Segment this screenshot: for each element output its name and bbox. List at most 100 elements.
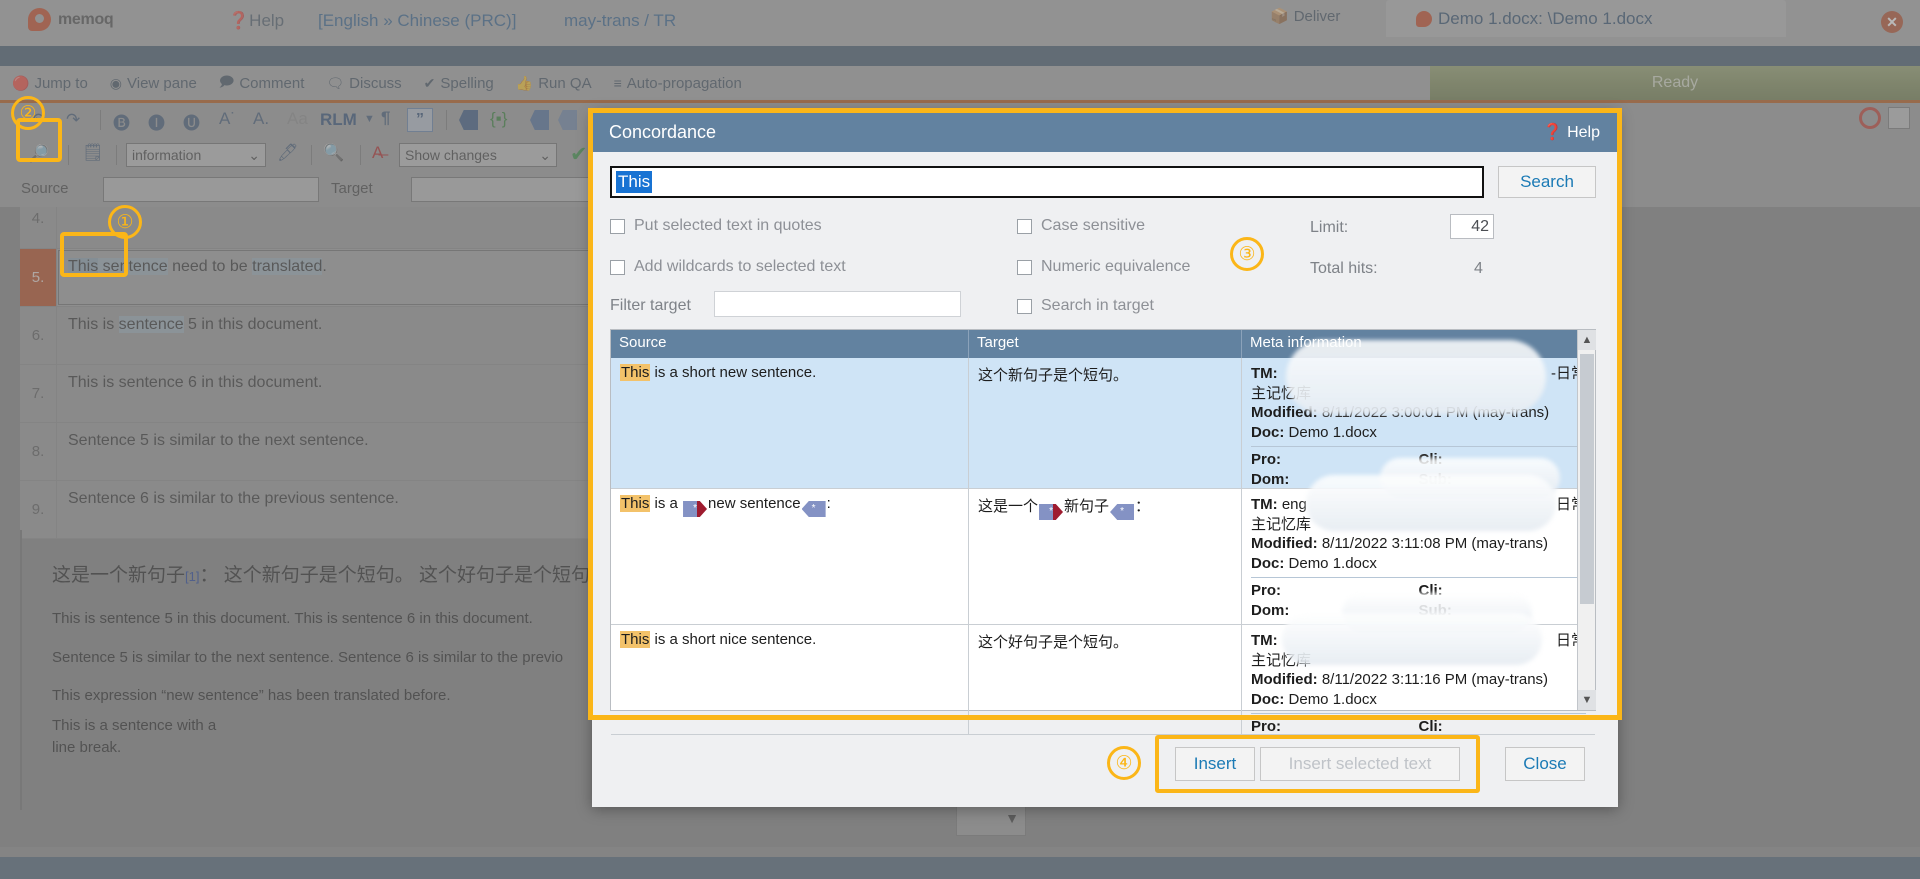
scroll-down-icon[interactable]: ▼: [1578, 690, 1596, 710]
italic-icon[interactable]: 🅘: [148, 109, 165, 134]
meta-modified-label: Modified:: [1251, 404, 1318, 421]
checkbox-add-wildcards[interactable]: Add wildcards to selected text: [610, 258, 846, 276]
meta-tm-line: TM: -日常: [1251, 364, 1586, 384]
meta-doc-line: Doc: Demo 1.docx: [1251, 554, 1586, 574]
panel-toggle-icon[interactable]: [1888, 107, 1910, 129]
tag-insert-icon[interactable]: [459, 110, 478, 130]
checkbox-icon[interactable]: [1017, 259, 1032, 275]
rlm-button[interactable]: RLM: [320, 110, 357, 130]
column-header-meta[interactable]: Meta information: [1242, 330, 1595, 358]
show-changes-dropdown[interactable]: Show changes ⌄: [399, 143, 557, 167]
refresh-icon[interactable]: [1859, 107, 1881, 129]
result-meta: TM: eng 日常 主记忆库 Modified: 8/11/2022 3:11:…: [1242, 475, 1595, 633]
subscript-icon[interactable]: A.: [253, 109, 269, 129]
change-case-icon[interactable]: Aa: [287, 109, 308, 129]
checkbox-case-sensitive[interactable]: Case sensitive: [1017, 217, 1145, 235]
preview-footnote-ref: [1]: [185, 569, 200, 584]
limit-label: Limit:: [1310, 219, 1349, 236]
annotation-marker-1: ①: [108, 205, 142, 239]
search-input-value: This: [616, 171, 653, 193]
ribbon-item-run-qa[interactable]: 👍 Run QA: [516, 75, 592, 92]
checkbox-search-in-target[interactable]: Search in target: [1017, 297, 1154, 315]
row-number: 7.: [20, 365, 57, 422]
column-header-target[interactable]: Target: [969, 330, 1242, 358]
meta-divider: [1251, 577, 1586, 578]
chevron-down-icon: ⌄: [248, 146, 260, 163]
close-button[interactable]: Close: [1505, 747, 1585, 781]
ribbon-item-deliver[interactable]: 📦 Deliver: [1270, 7, 1340, 26]
meta-doc-label: Doc:: [1251, 554, 1285, 572]
source-term-2: translated: [252, 258, 323, 275]
status-ready-banner: Ready: [1430, 66, 1920, 100]
scrollbar-thumb[interactable]: [1580, 354, 1594, 604]
search-button[interactable]: Search: [1498, 166, 1596, 198]
meta-tm-line: TM: 日常: [1251, 631, 1586, 651]
meta-modified-value: 8/11/2022 3:11:16 PM (may-trans): [1321, 671, 1549, 688]
document-tab[interactable]: Demo 1.docx: \Demo 1.docx: [1386, 0, 1786, 37]
quotes-toggle-button[interactable]: ”: [407, 108, 433, 132]
meta-modified-line: Modified: 8/11/2022 3:11:16 PM (may-tran…: [1251, 670, 1586, 690]
information-dropdown[interactable]: information ⌄: [126, 143, 266, 167]
meta-doc-value: Demo 1.docx: [1288, 554, 1377, 572]
highlight-icon[interactable]: 🖊: [277, 143, 299, 163]
confirm-icon[interactable]: ✔: [570, 142, 588, 167]
ribbon-item-view-pane[interactable]: ◉ View pane: [110, 75, 197, 92]
column-header-source[interactable]: Source: [611, 330, 969, 358]
ribbon-item-jump-to[interactable]: 🔴 Jump to: [12, 75, 88, 92]
pilcrow-icon[interactable]: ¶: [381, 108, 390, 128]
search-input[interactable]: This: [610, 166, 1484, 198]
checkbox-icon[interactable]: [1017, 298, 1032, 314]
checkbox-icon[interactable]: [610, 259, 625, 275]
checkbox-numeric-equivalence[interactable]: Numeric equivalence: [1017, 258, 1190, 276]
clear-formatting-icon[interactable]: A̶: [372, 143, 383, 163]
meta-sub-label: Sub:: [1418, 601, 1452, 619]
search-icon[interactable]: 🔍: [323, 143, 344, 163]
inline-tag-close-icon: *: [1110, 504, 1135, 520]
table-row[interactable]: This is a short nice sentence. 这个好句子是个短句…: [611, 613, 1595, 735]
titlebar-help-link[interactable]: ❓Help: [228, 11, 284, 31]
meta-modified-line: Modified: 8/11/2022 3:00:01 PM (may-tran…: [1251, 403, 1586, 423]
tag-next-icon[interactable]: [530, 110, 549, 130]
superscript-icon[interactable]: A˙: [219, 109, 236, 129]
checkbox-icon[interactable]: [1017, 218, 1032, 234]
table-row[interactable]: This is a * new sentence *: 这是一个 * 新句子 *： TM:…: [611, 475, 1595, 633]
ribbon-item-comment[interactable]: 🗩 Comment: [219, 71, 305, 95]
ribbon-item-auto-propagation[interactable]: ≡ Auto-propagation: [614, 75, 742, 92]
filter-target-input[interactable]: [714, 291, 961, 317]
results-scrollbar[interactable]: ▲ ▼: [1577, 330, 1596, 710]
checkbox-icon[interactable]: [610, 218, 625, 234]
bold-icon[interactable]: 🅑: [113, 109, 130, 134]
insert-button[interactable]: Insert: [1175, 747, 1255, 781]
limit-input[interactable]: 42: [1450, 214, 1494, 239]
meta-cli-label: Cli:: [1418, 451, 1443, 468]
meta-pro-label: Pro:: [1251, 451, 1281, 468]
toolbar-right-icons: [1859, 107, 1910, 129]
titlebar-help-label: Help: [249, 11, 285, 30]
new-term-icon[interactable]: 🗒: [82, 143, 104, 163]
tag-prev-icon[interactable]: [558, 110, 577, 130]
scroll-up-icon[interactable]: ▲: [1578, 330, 1596, 350]
meta-sub-label: Sub:: [1418, 470, 1452, 488]
toolbar-separator-2: [446, 110, 447, 130]
table-row[interactable]: This is a short new sentence. 这个新句子是个短句。…: [611, 340, 1595, 498]
source-filter-input[interactable]: [103, 177, 319, 202]
redo-icon[interactable]: ↷: [66, 110, 80, 130]
chevron-down-icon[interactable]: ▼: [1005, 810, 1019, 826]
underline-icon[interactable]: 🅤: [183, 109, 200, 134]
run-qa-icon: 👍: [515, 74, 534, 91]
dialog-help-link[interactable]: ❓ Help: [1543, 122, 1600, 142]
ribbon-label-view-pane: View pane: [127, 74, 197, 92]
checkbox-put-in-quotes[interactable]: Put selected text in quotes: [610, 217, 822, 235]
meta-modified-label: Modified:: [1251, 535, 1318, 552]
close-icon[interactable]: ✕: [1881, 11, 1903, 33]
result-source: This is a short nice sentence.: [611, 625, 969, 734]
ribbon-label-auto-propagation: Auto-propagation: [626, 74, 742, 92]
meta-doc-line: Doc: Demo 1.docx: [1251, 690, 1586, 710]
ribbon-item-discuss[interactable]: 🗨 Discuss: [326, 75, 401, 92]
jump-to-icon: 🔴: [12, 74, 30, 91]
brace-tag-icon[interactable]: {▪}: [490, 109, 507, 129]
ribbon-item-spelling[interactable]: ✔ Spelling: [424, 75, 494, 92]
chevron-down-icon[interactable]: ▼: [364, 113, 375, 125]
ribbon-label-run-qa: Run QA: [538, 74, 592, 92]
inline-tag-open-icon: *: [683, 501, 708, 517]
